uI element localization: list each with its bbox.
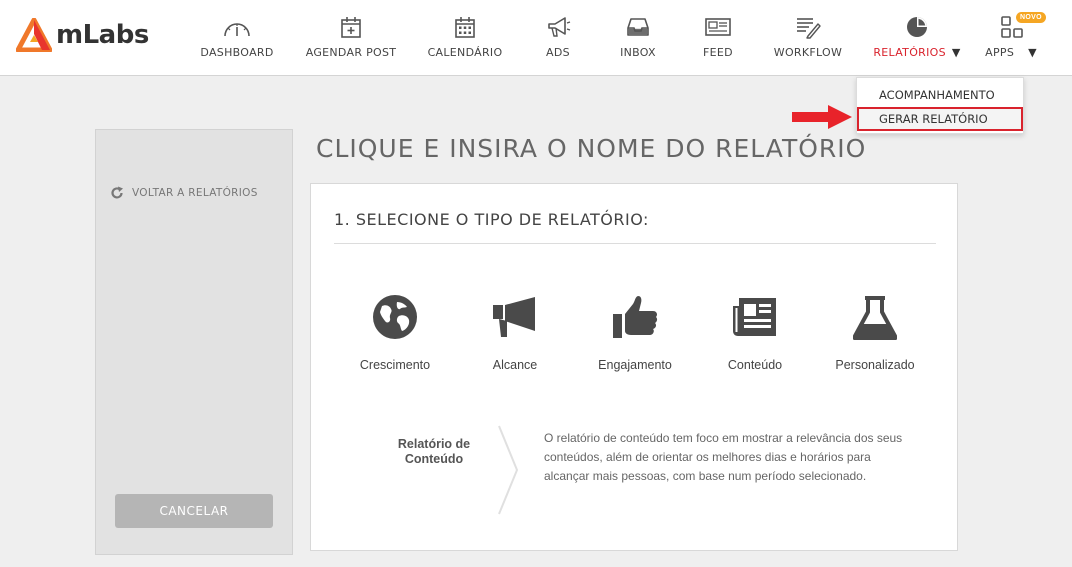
nav-label: APPS ▼ (985, 46, 1037, 59)
pie-chart-icon (902, 14, 932, 40)
checklist-icon (793, 14, 823, 40)
caret-down-icon: ▼ (1028, 46, 1037, 59)
report-type-engajamento[interactable]: Engajamento (575, 292, 695, 372)
speedometer-icon (222, 14, 252, 40)
cancel-button[interactable]: CANCELAR (115, 494, 273, 528)
nav-dashboard[interactable]: DASHBOARD (200, 14, 274, 64)
left-sidebar: VOLTAR A RELATÓRIOS CANCELAR (95, 129, 293, 555)
nav-feed[interactable]: FEED (700, 14, 736, 64)
nav-apps[interactable]: NOVO APPS ▼ (982, 12, 1046, 64)
relatorios-dropdown: ACOMPANHAMENTO GERAR RELATÓRIO (856, 77, 1024, 134)
report-type-card: 1. SELECIONE O TIPO DE RELATÓRIO: Cresci… (310, 183, 958, 551)
brand-name: mLabs (56, 20, 149, 50)
megaphone-outline-icon (543, 14, 573, 40)
megaphone-icon (490, 292, 540, 342)
nav-label: CALENDÁRIO (427, 46, 503, 59)
description-title: Relatório de Conteúdo (397, 437, 471, 466)
report-type-options: Crescimento Alcance Engajamento Conteúdo (335, 292, 935, 372)
nav-label: AGENDAR POST (305, 46, 397, 59)
nav-relatorios-label: RELATÓRIOS (873, 46, 946, 59)
nav-calendario[interactable]: CALENDÁRIO (428, 14, 502, 64)
nav-label: ADS (546, 46, 570, 59)
apps-icon: NOVO (996, 12, 1046, 40)
section-title: 1. SELECIONE O TIPO DE RELATÓRIO: (334, 210, 649, 229)
top-navigation-bar: mLabs DASHBOARD AGENDAR POST CALENDÁRIO … (0, 0, 1072, 76)
description-text: O relatório de conteúdo tem foco em most… (544, 431, 903, 483)
report-type-alcance[interactable]: Alcance (455, 292, 575, 372)
report-type-conteudo[interactable]: Conteúdo (695, 292, 815, 372)
report-type-label: Conteúdo (727, 358, 783, 372)
nav-agendar-post[interactable]: AGENDAR POST (305, 14, 397, 64)
red-arrow-icon (792, 105, 852, 129)
globe-icon (370, 292, 420, 342)
report-type-crescimento[interactable]: Crescimento (335, 292, 455, 372)
inbox-icon (623, 14, 653, 40)
nav-label: DASHBOARD (200, 46, 274, 59)
dropdown-item-gerar-relatorio[interactable]: GERAR RELATÓRIO (857, 107, 1023, 131)
chevron-right-icon (498, 425, 519, 515)
caret-down-icon: ▼ (951, 46, 961, 59)
calendar-plus-icon (336, 14, 366, 40)
mlabs-logo[interactable]: mLabs (16, 18, 149, 52)
nav-label: RELATÓRIOS ▼ (873, 46, 960, 59)
thumbs-up-icon (610, 292, 660, 342)
back-link-label: VOLTAR A RELATÓRIOS (132, 187, 258, 199)
nav-workflow[interactable]: WORKFLOW (773, 14, 843, 64)
refresh-icon (111, 186, 123, 199)
report-type-personalizado[interactable]: Personalizado (815, 292, 935, 372)
report-name-title[interactable]: CLIQUE E INSIRA O NOME DO RELATÓRIO (316, 134, 866, 163)
calendar-icon (450, 14, 480, 40)
nav-ads[interactable]: ADS (540, 14, 576, 64)
mlabs-logo-icon (16, 18, 52, 52)
nav-label: WORKFLOW (773, 46, 843, 59)
flask-icon (850, 292, 900, 342)
report-type-label: Engajamento (598, 358, 672, 372)
nav-inbox[interactable]: INBOX (618, 14, 658, 64)
dropdown-item-acompanhamento[interactable]: ACOMPANHAMENTO (857, 83, 1023, 107)
nav-label: FEED (703, 46, 733, 59)
nav-relatorios[interactable]: RELATÓRIOS ▼ (872, 14, 962, 64)
divider (334, 243, 936, 244)
back-to-reports-link[interactable]: VOLTAR A RELATÓRIOS (110, 186, 258, 200)
nav-label: INBOX (620, 46, 656, 59)
feed-icon (703, 14, 733, 40)
new-badge: NOVO (1016, 12, 1046, 23)
report-type-label: Personalizado (835, 358, 915, 372)
report-type-label: Crescimento (359, 358, 431, 372)
report-type-label: Alcance (492, 358, 538, 372)
nav-apps-label: APPS (985, 46, 1015, 59)
newspaper-icon (730, 292, 780, 342)
